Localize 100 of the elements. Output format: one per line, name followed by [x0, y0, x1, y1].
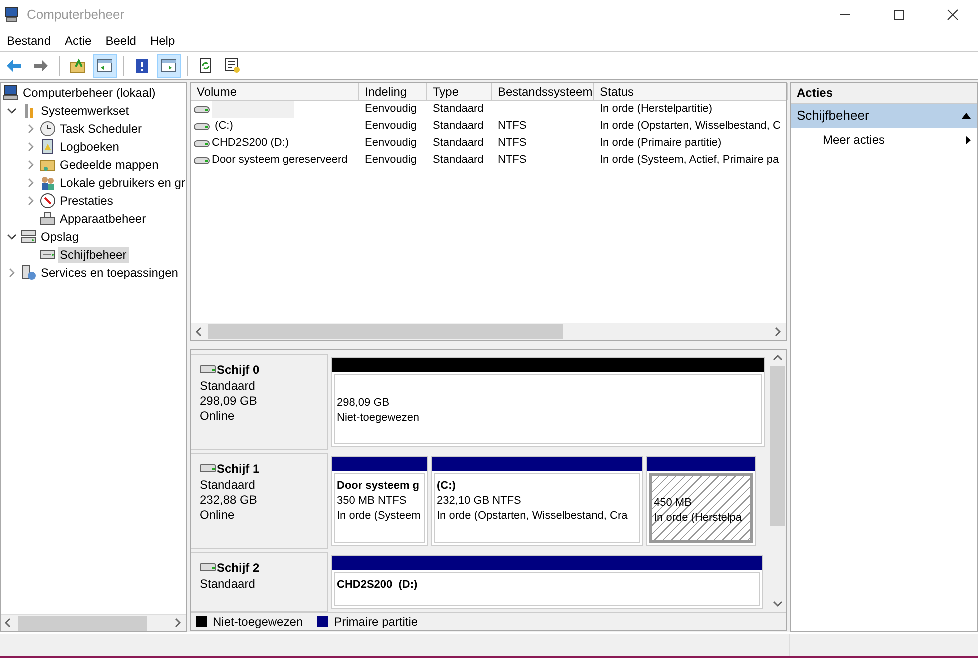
refresh-icon: [198, 58, 214, 74]
partition-size: 450 MB: [654, 496, 693, 511]
menu-item[interactable]: Help: [143, 30, 182, 50]
tree-item[interactable]: Task Scheduler: [58, 121, 144, 137]
submenu-triangle-icon: [966, 136, 971, 144]
scroll-up-icon[interactable]: [772, 354, 782, 362]
table-cell-text: Standaard: [433, 102, 484, 118]
table-cell-text: Eenvoudig: [365, 153, 417, 168]
users-icon: [40, 175, 56, 191]
tree-item[interactable]: Computerbeheer (lokaal): [21, 85, 158, 101]
toolbar-button[interactable]: [93, 54, 117, 78]
pane-toggle-icon: [161, 58, 177, 74]
partition-status: Niet-toegewezen: [337, 411, 421, 426]
table-cell-text: Door systeem gereserveerd: [212, 153, 348, 168]
device-icon: [40, 211, 56, 227]
partition[interactable]: Door systeem g 350 MB NTFS In orde (Systeem: [331, 456, 428, 546]
scrollbar-thumb[interactable]: [208, 324, 563, 339]
drive-icon: [194, 138, 210, 148]
properties-icon: [225, 58, 241, 74]
partition-size: 298,09 GB: [337, 396, 391, 411]
table-cell-text: In orde (Herstelpartitie): [600, 102, 712, 118]
services-icon: [21, 265, 37, 281]
back-arrow-icon: [6, 58, 22, 74]
table-cell-text: (C:): [214, 119, 234, 134]
tree-item[interactable]: Systeemwerkset: [39, 103, 132, 119]
maximize-icon[interactable]: [893, 9, 905, 21]
legend-label: Niet-toegewezen: [213, 614, 304, 630]
partition-status: In orde (Opstarten, Wisselbestand, Cra: [437, 509, 629, 524]
partition-size: 350 MB NTFS: [337, 494, 408, 509]
partition-title: Door systeem g: [337, 479, 421, 494]
table-cell-text: In orde (Primaire partitie): [600, 136, 722, 152]
collapse-chevron-icon[interactable]: [5, 232, 19, 242]
scrollbar-thumb[interactable]: [770, 366, 785, 526]
scroll-left-icon[interactable]: [195, 326, 203, 336]
tree-item[interactable]: Services en toepassingen: [39, 265, 180, 281]
collapse-chevron-icon[interactable]: [5, 106, 19, 116]
table-cell-text: Standaard: [433, 153, 484, 168]
tree-item[interactable]: Apparaatbeheer: [58, 211, 148, 227]
window-title: Computerbeheer: [27, 6, 125, 24]
folder-up-icon: [70, 58, 86, 74]
partition-size: 232,10 GB NTFS: [437, 494, 522, 509]
menu-item[interactable]: Bestand: [0, 30, 58, 50]
menu-item[interactable]: Beeld: [98, 30, 144, 50]
partition[interactable]: 298,09 GB Niet-toegewezen: [331, 357, 765, 447]
tree-item[interactable]: Lokale gebruikers en gr: [58, 175, 186, 191]
table-cell-text: Eenvoudig: [365, 102, 417, 118]
tree-item[interactable]: Opslag: [39, 229, 82, 245]
table-cell-text: NTFS: [498, 119, 527, 134]
column-header[interactable]: Status: [594, 83, 788, 100]
drive-icon: [194, 122, 210, 132]
disk-name: Schijf 1: [217, 461, 260, 478]
actions-pane-title: Acties: [791, 83, 977, 104]
table-cell-text: Standaard: [433, 136, 484, 152]
clock-icon: [40, 121, 56, 137]
scroll-right-icon[interactable]: [774, 326, 782, 336]
scroll-right-icon[interactable]: [174, 618, 182, 628]
disk-type: Standaard: [200, 379, 256, 394]
disk-type: Standaard: [200, 478, 256, 493]
toolbar-button[interactable]: [157, 54, 181, 78]
disk-state: Online: [200, 508, 236, 523]
scroll-down-icon[interactable]: [772, 600, 782, 608]
partition-status: In orde (Systeem: [337, 509, 422, 524]
menu-item[interactable]: Actie: [58, 30, 99, 50]
forward-arrow-icon: [33, 58, 49, 74]
gauge-icon: [40, 193, 56, 209]
table-cell-text: Standaard: [433, 119, 484, 134]
storage-icon: [21, 229, 37, 245]
close-icon[interactable]: [947, 9, 959, 21]
table-cell-text: In orde (Opstarten, Wisselbestand, C: [600, 119, 781, 134]
table-cell-text: Eenvoudig: [365, 136, 417, 152]
legend-label: Primaire partitie: [334, 614, 418, 630]
tree-item[interactable]: Prestaties: [58, 193, 116, 209]
scrollbar-thumb[interactable]: [18, 616, 147, 630]
disk-name: Schijf 0: [217, 362, 260, 379]
table-cell-text: In orde (Systeem, Actief, Primaire pa: [600, 153, 780, 168]
disk-drive-icon: [200, 563, 217, 573]
scroll-left-icon[interactable]: [4, 618, 12, 628]
tree-item[interactable]: Schijfbeheer: [58, 247, 129, 263]
column-header[interactable]: Type: [427, 83, 492, 100]
disk-size: 298,09 GB: [200, 394, 258, 409]
column-header[interactable]: Volume: [191, 83, 359, 100]
disk-drive-icon: [200, 464, 217, 474]
disk-state: Online: [200, 409, 236, 424]
tree-item[interactable]: Gedeelde mappen: [58, 157, 161, 173]
app-icon: [5, 7, 21, 23]
table-cell-text: Eenvoudig: [365, 119, 417, 134]
action-section-header[interactable]: Schijfbeheer: [791, 104, 977, 128]
disk-size: 232,88 GB: [200, 493, 258, 508]
partition[interactable]: 450 MB In orde (Herstelpa: [646, 456, 756, 546]
action-item[interactable]: Meer acties: [791, 128, 977, 152]
partition-title: CHD2S200 (D:): [337, 578, 419, 593]
disk-drive-icon: [200, 365, 217, 375]
column-header[interactable]: Bestandssysteem: [492, 83, 594, 100]
partition[interactable]: CHD2S200 (D:): [331, 555, 763, 609]
table-cell-text: NTFS: [498, 153, 527, 168]
tree-item[interactable]: Logboeken: [58, 139, 122, 155]
column-header[interactable]: Indeling: [359, 83, 427, 100]
partition-status: In orde (Herstelpa: [654, 511, 744, 526]
partition[interactable]: (C:) 232,10 GB NTFS In orde (Opstarten, Wisselbestand, Cra: [431, 456, 643, 546]
disk-name: Schijf 2: [217, 560, 260, 577]
